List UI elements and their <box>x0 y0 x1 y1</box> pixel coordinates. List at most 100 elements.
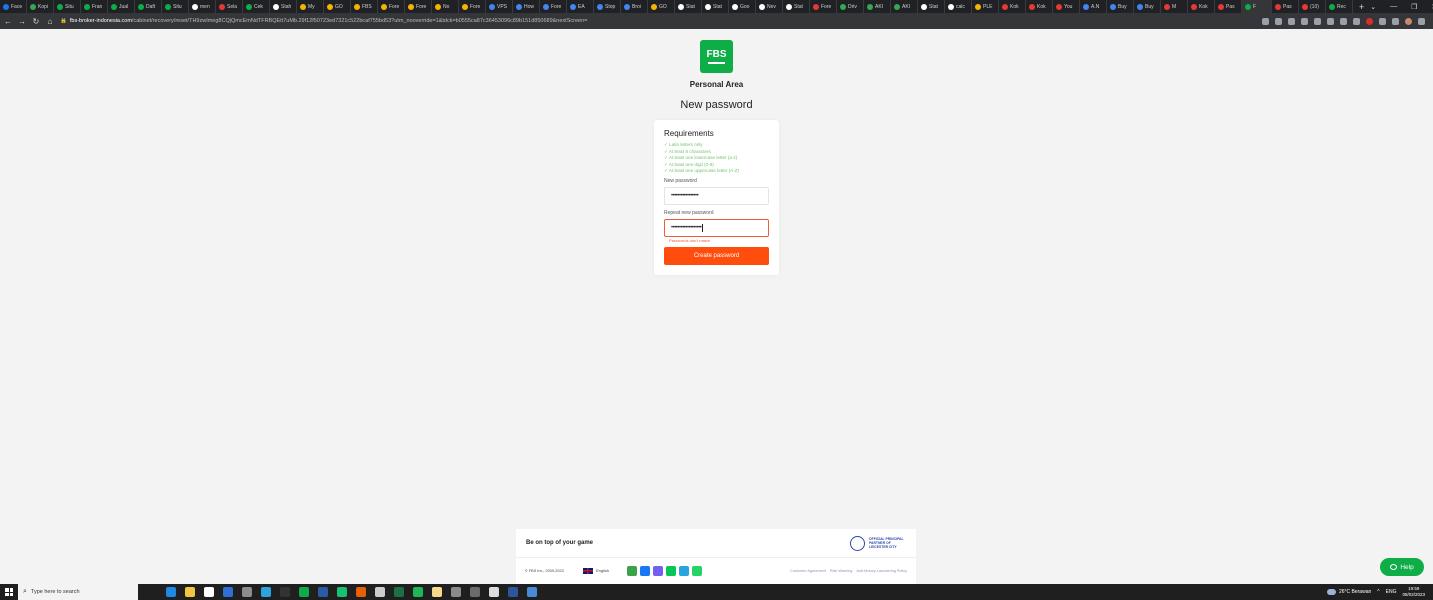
url-field[interactable]: 🔒 fbs-broker-indonesia.com/cabinet/recov… <box>60 18 1256 24</box>
extension-icon[interactable] <box>1353 17 1360 25</box>
fbs-icon[interactable] <box>299 587 309 597</box>
browser-tab[interactable]: AKI <box>864 0 891 13</box>
browser-tab[interactable]: Buy <box>1107 0 1134 13</box>
browser-tab[interactable]: Fore <box>810 0 837 13</box>
browser-tab[interactable]: Nev <box>756 0 783 13</box>
browser-tab[interactable]: GO <box>324 0 351 13</box>
browser-tab[interactable]: Stat <box>675 0 702 13</box>
browser-tab[interactable]: men <box>189 0 216 13</box>
browser-tab[interactable]: Jual <box>108 0 135 13</box>
clock[interactable]: 19:59 08/02/2023 <box>1402 586 1425 598</box>
browser-tab[interactable]: Cek <box>243 0 270 13</box>
help-button[interactable]: Help <box>1380 558 1424 576</box>
browser-tab[interactable]: Face <box>0 0 27 13</box>
fbs-logo[interactable]: FBS <box>700 40 733 73</box>
app-2-icon[interactable] <box>489 587 499 597</box>
maximize-button[interactable]: ❐ <box>1411 3 1417 11</box>
repeat-password-input[interactable]: ••••••••••••••••••• <box>664 218 769 237</box>
browser-tab[interactable]: Stat <box>702 0 729 13</box>
browser-tab[interactable]: No <box>432 0 459 13</box>
app-3-icon[interactable] <box>527 587 537 597</box>
browser-tab[interactable]: Driv <box>837 0 864 13</box>
browser-tab[interactable]: F <box>1242 0 1272 13</box>
minimize-button[interactable]: — <box>1390 3 1397 11</box>
new-password-input[interactable]: ••••••••••••••••• <box>664 186 769 205</box>
side-panel-icon[interactable] <box>1392 17 1399 25</box>
aml-policy-link[interactable]: Anti-Money-Laundering Policy <box>856 569 907 573</box>
extension-alert-icon[interactable] <box>1366 17 1373 25</box>
browser-tab[interactable]: How <box>513 0 540 13</box>
browser-tab[interactable]: Stah <box>270 0 297 13</box>
puzzle-icon[interactable] <box>1379 17 1386 25</box>
star-icon[interactable] <box>1314 17 1321 25</box>
language-indicator[interactable]: ENG <box>1386 589 1397 595</box>
forward-button[interactable]: → <box>18 17 26 26</box>
language-selector[interactable]: English <box>583 567 627 574</box>
whatsapp-icon[interactable] <box>692 565 702 576</box>
browser-tab[interactable]: Daft <box>135 0 162 13</box>
browser-tab[interactable]: Broi <box>621 0 648 13</box>
reload-button[interactable]: ↻ <box>32 17 40 26</box>
browser-tab[interactable]: Stop <box>594 0 621 13</box>
browser-tab[interactable]: Fore <box>540 0 567 13</box>
browser-tab[interactable]: EA <box>567 0 594 13</box>
share-icon[interactable] <box>1301 17 1308 25</box>
word-icon[interactable] <box>508 587 518 597</box>
browser-tab[interactable]: calc <box>945 0 972 13</box>
customer-agreement-link[interactable]: Customer Agreement <box>790 569 826 573</box>
browser-tab[interactable]: PLE <box>972 0 999 13</box>
partner-badge[interactable]: OFFICIAL PRINCIPAL PARTNER OF LEICESTER … <box>850 535 906 551</box>
browser-tab[interactable]: Sela <box>216 0 243 13</box>
back-button[interactable]: ← <box>4 17 12 26</box>
browser-tab[interactable]: Kok <box>1188 0 1215 13</box>
browser-tab[interactable]: Goo <box>729 0 756 13</box>
store-icon[interactable] <box>204 587 214 597</box>
browser-tab[interactable]: Fore <box>405 0 432 13</box>
chrome-icon[interactable] <box>242 587 252 597</box>
browser-tab[interactable]: (10) <box>1299 0 1326 13</box>
mail-icon[interactable] <box>223 587 233 597</box>
browser-tab[interactable]: GO <box>648 0 675 13</box>
start-button[interactable] <box>0 584 18 600</box>
fbs-app-icon[interactable] <box>627 565 637 576</box>
telegram-icon[interactable] <box>261 587 271 597</box>
profile-avatar[interactable] <box>1405 17 1412 25</box>
browser-tab[interactable]: Situ <box>54 0 81 13</box>
spotify-icon[interactable] <box>413 587 423 597</box>
browser-tab[interactable]: Rec <box>1326 0 1353 13</box>
browser-tab[interactable]: A.N <box>1080 0 1107 13</box>
edge-icon[interactable] <box>166 587 176 597</box>
browser-tab[interactable]: VPS <box>486 0 513 13</box>
excel-icon[interactable] <box>394 587 404 597</box>
browser-tab[interactable]: Pas <box>1215 0 1242 13</box>
browser-tab[interactable]: Buy <box>1134 0 1161 13</box>
browser-tab[interactable]: Situ <box>162 0 189 13</box>
create-password-button[interactable]: Create password <box>664 246 769 265</box>
new-tab-button[interactable]: + <box>1353 2 1370 12</box>
extension-icon[interactable] <box>1340 17 1347 25</box>
taskbar-search[interactable]: ⌕ Type here to search <box>18 584 138 600</box>
metamask-icon[interactable] <box>1327 17 1334 25</box>
terminal-icon[interactable] <box>280 587 290 597</box>
viber-icon[interactable] <box>653 565 663 576</box>
messenger-icon[interactable] <box>640 565 650 576</box>
zoom-icon[interactable] <box>1288 17 1295 25</box>
browser-tab[interactable]: Fran <box>81 0 108 13</box>
browser-tab[interactable]: AKI <box>891 0 918 13</box>
browser-tab[interactable]: Stat <box>783 0 810 13</box>
tray-chevron-icon[interactable]: ^ <box>1377 589 1379 595</box>
browser-tab[interactable]: Kok <box>1026 0 1053 13</box>
metatrader-icon[interactable] <box>318 587 328 597</box>
notes-icon[interactable] <box>432 587 442 597</box>
browser-tab[interactable]: Stat <box>918 0 945 13</box>
firefox-icon[interactable] <box>356 587 366 597</box>
tab-search-icon[interactable]: ⌄ <box>1370 3 1376 11</box>
home-button[interactable]: ⌂ <box>46 17 54 26</box>
file-explorer-icon[interactable] <box>185 587 195 597</box>
browser-tab[interactable]: You <box>1053 0 1080 13</box>
browser-tab[interactable]: Fore <box>459 0 486 13</box>
key-icon[interactable] <box>1275 17 1282 25</box>
telegram-icon[interactable] <box>679 565 689 576</box>
menu-icon[interactable] <box>1418 17 1425 25</box>
browser-tab[interactable]: Kopi <box>27 0 54 13</box>
